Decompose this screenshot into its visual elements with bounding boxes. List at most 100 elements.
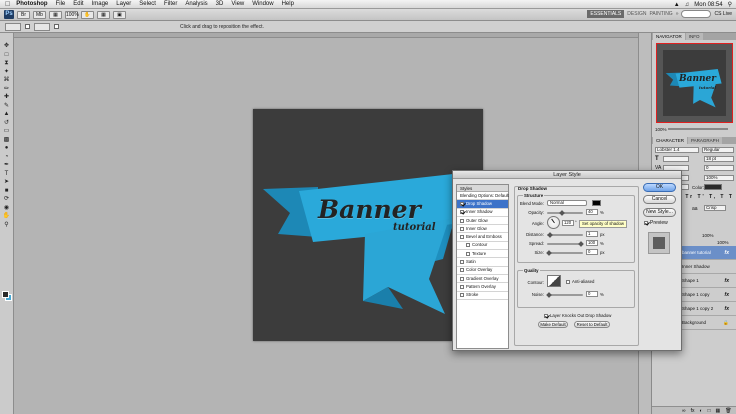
foreground-color-swatch[interactable] — [2, 291, 9, 298]
spotlight-icon[interactable]: ⚲ — [728, 1, 732, 8]
knockout-checkbox[interactable] — [544, 314, 548, 318]
navigator-zoom-slider[interactable] — [668, 128, 728, 130]
tracking-field[interactable]: 0 — [704, 165, 734, 171]
menu-window[interactable]: Window — [252, 1, 273, 7]
fx-icon[interactable]: fx — [725, 246, 729, 260]
text-color-swatch[interactable] — [704, 184, 722, 190]
cancel-button[interactable]: Cancel — [643, 195, 676, 204]
navigator-zoom-value[interactable]: 100% — [655, 127, 667, 132]
add-style-icon[interactable]: fx — [691, 408, 695, 414]
style-checkbox[interactable] — [460, 284, 464, 289]
shape-tool-icon[interactable]: ■ — [2, 188, 12, 195]
spread-slider[interactable] — [547, 241, 584, 247]
blur-tool-icon[interactable]: ● — [2, 145, 12, 152]
apple-icon[interactable]:  — [5, 1, 10, 8]
menu-filter[interactable]: Filter — [164, 1, 177, 7]
menu-edit[interactable]: Edit — [73, 1, 83, 7]
style-checkbox[interactable] — [466, 243, 470, 248]
history-brush-tool-icon[interactable]: ↺ — [2, 120, 12, 127]
menu-app-name[interactable]: Photoshop — [16, 1, 47, 7]
healing-brush-tool-icon[interactable]: ✚ — [2, 94, 12, 101]
workspace-painting[interactable]: PAINTING — [649, 11, 672, 17]
document-canvas[interactable]: Banner tutorial — [253, 109, 483, 341]
brush-tool-icon[interactable]: ✎ — [2, 103, 12, 110]
horizontal-scale-field[interactable]: 100% — [704, 175, 734, 181]
path-select-tool-icon[interactable]: ➤ — [2, 179, 12, 186]
style-checkbox[interactable] — [466, 251, 470, 256]
marquee-tool-icon[interactable]: □ — [2, 52, 12, 59]
new-group-icon[interactable]: □ — [708, 408, 711, 414]
make-default-button[interactable]: Make Default — [538, 321, 568, 328]
arrange-documents-button[interactable]: ▦ — [97, 10, 110, 19]
workspace-essentials[interactable]: ESSENTIALS — [587, 10, 625, 18]
view-extras-button[interactable]: ▦ — [49, 10, 62, 19]
wifi-icon[interactable]: ▲ — [674, 2, 680, 8]
style-item[interactable]: Pattern Overlay — [457, 283, 508, 292]
fx-icon[interactable]: fx — [725, 302, 729, 316]
style-checkbox[interactable] — [460, 218, 464, 223]
anti-alias-select[interactable]: Crisp — [704, 205, 726, 211]
zoom-tool-icon[interactable]: ⚲ — [2, 222, 12, 229]
transform-controls-checkbox[interactable] — [54, 24, 59, 29]
tool-preset-picker[interactable] — [5, 22, 21, 31]
dodge-tool-icon[interactable]: ◔ — [2, 154, 12, 161]
minibridge-button[interactable]: Mb — [33, 10, 46, 19]
style-item[interactable]: Texture — [457, 250, 508, 259]
cs-live-button[interactable]: CS Live — [714, 11, 732, 17]
tab-character[interactable]: CHARACTER — [653, 137, 688, 144]
size-input[interactable]: 0 — [586, 249, 598, 255]
style-checkbox[interactable] — [460, 210, 464, 215]
menu-image[interactable]: Image — [92, 1, 109, 7]
tab-navigator[interactable]: NAVIGATOR — [653, 33, 685, 40]
preview-checkbox[interactable] — [644, 221, 648, 225]
distance-slider[interactable] — [547, 232, 583, 238]
new-layer-icon[interactable]: ▦ — [716, 408, 721, 414]
menu-view[interactable]: View — [231, 1, 244, 7]
delete-layer-icon[interactable]: 🗑 — [725, 408, 731, 414]
angle-input[interactable]: 120 — [562, 220, 574, 226]
workspace-design[interactable]: DESIGN — [627, 11, 646, 17]
style-checkbox[interactable] — [460, 201, 464, 206]
font-family-select[interactable]: Lobster 1.4 — [655, 147, 699, 153]
hand-tool-button[interactable]: ✋ — [81, 10, 94, 19]
style-checkbox[interactable] — [460, 293, 464, 298]
blend-mode-select[interactable]: Normal — [547, 200, 587, 206]
link-layers-icon[interactable]: ∞ — [682, 408, 686, 414]
clone-stamp-tool-icon[interactable]: ▲ — [2, 111, 12, 118]
style-checkbox[interactable] — [460, 268, 464, 273]
font-style-select[interactable]: Regular — [702, 147, 734, 153]
bridge-button[interactable]: Br — [17, 10, 30, 19]
tab-info[interactable]: INFO — [685, 33, 703, 40]
menu-analysis[interactable]: Analysis — [185, 1, 207, 7]
fx-icon[interactable]: fx — [725, 274, 729, 288]
navigator-preview[interactable]: Banner tutorial — [656, 43, 733, 123]
angle-dial[interactable] — [547, 216, 560, 229]
style-item[interactable]: Stroke — [457, 292, 508, 300]
style-checkbox[interactable] — [460, 260, 464, 265]
noise-input[interactable]: 0 — [586, 291, 598, 297]
distance-input[interactable]: 1 — [586, 231, 598, 237]
hand-tool-icon[interactable]: ✋ — [2, 213, 12, 220]
shadow-color-swatch[interactable] — [592, 200, 601, 206]
gradient-tool-icon[interactable]: ▩ — [2, 137, 12, 144]
auto-select-checkbox[interactable] — [25, 24, 30, 29]
layer-opacity-value[interactable]: 100% — [702, 233, 714, 238]
zoom-level-select[interactable]: 100% — [65, 10, 79, 19]
font-size-field[interactable] — [663, 156, 689, 162]
screen-mode-button[interactable]: ▣ — [113, 10, 126, 19]
anti-aliased-checkbox[interactable] — [566, 280, 570, 284]
move-tool-icon[interactable]: ✥ — [2, 43, 12, 50]
crop-tool-icon[interactable]: ⌘ — [2, 77, 12, 84]
menu-select[interactable]: Select — [139, 1, 156, 7]
layer-select[interactable] — [34, 22, 50, 31]
workspace-more-icon[interactable]: » — [676, 11, 679, 17]
eyedropper-tool-icon[interactable]: ✏ — [2, 86, 12, 93]
menu-3d[interactable]: 3D — [216, 1, 224, 7]
leading-field[interactable]: 18 pt — [704, 156, 734, 162]
new-style-button[interactable]: New Style... — [643, 208, 676, 217]
add-mask-icon[interactable]: ◐ — [699, 408, 702, 414]
search-input[interactable] — [681, 10, 712, 18]
preview-toggle[interactable]: Preview — [644, 220, 668, 226]
spread-input[interactable]: 100 — [586, 240, 598, 246]
clock[interactable]: Mon 08:54 — [694, 2, 722, 8]
